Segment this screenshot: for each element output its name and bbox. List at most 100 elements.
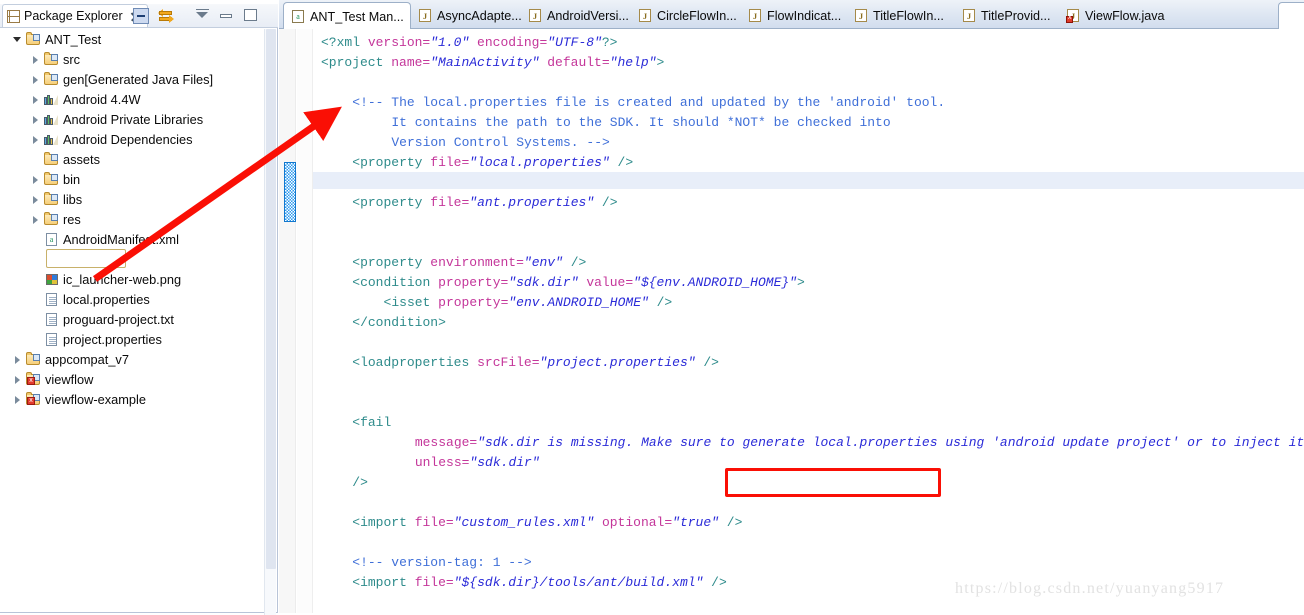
tree-twisty-placeholder: [30, 254, 41, 265]
editor-tab-viewflow-java[interactable]: J ViewFlow.java: [1059, 2, 1167, 29]
tree-twisty-icon[interactable]: [30, 194, 41, 205]
tree-item-res[interactable]: res: [0, 209, 265, 229]
tree-item-proguard-project-txt[interactable]: proguard-project.txt: [0, 309, 265, 329]
editor-tab-ant-test-man[interactable]: a ANT_Test Man...: [283, 2, 411, 30]
code-token-val: "${env.ANDROID_HOME}": [633, 275, 797, 290]
java-project-icon: [25, 31, 41, 47]
code-token-punc: />: [703, 575, 727, 590]
maximize-icon[interactable]: [244, 9, 257, 21]
explorer-vertical-scrollbar[interactable]: [264, 29, 276, 615]
tree-twisty-icon[interactable]: [12, 34, 23, 45]
tree-twisty-icon[interactable]: [12, 354, 23, 365]
tree-item-ic-launcher-web-png[interactable]: ic_launcher-web.png: [0, 269, 265, 289]
tree-twisty-icon[interactable]: [30, 54, 41, 65]
java-file-icon: J: [963, 8, 976, 23]
code-line: It contains the path to the SDK. It shou…: [391, 113, 890, 133]
annotation-ruler[interactable]: [279, 29, 296, 613]
source-package-icon: [43, 71, 59, 87]
editor-tab-titleprovid[interactable]: J TitleProvid...: [955, 2, 1059, 29]
tree-twisty-icon[interactable]: [30, 94, 41, 105]
watermark-text: https://blog.csdn.net/yuanyang5917: [955, 580, 1225, 597]
editor-tab-titleflowin[interactable]: J TitleFlowIn...: [847, 2, 955, 29]
tree-item-viewflow[interactable]: x viewflow: [0, 369, 265, 389]
code-token-cmt: <!-- The local.properties file is create…: [352, 95, 946, 110]
code-token-punc: />: [695, 355, 719, 370]
project-tree[interactable]: ANT_Test src gen [Generated Java Files] And…: [0, 29, 265, 585]
tree-item-src[interactable]: src: [0, 49, 265, 69]
tree-twisty-icon[interactable]: [12, 394, 23, 405]
text-file-icon: [43, 312, 59, 327]
code-editor[interactable]: <?xml version="1.0" encoding="UTF-8"?> <p…: [279, 29, 1304, 613]
package-explorer-icon: [7, 9, 20, 23]
tree-item-bin[interactable]: bin: [0, 169, 265, 189]
code-token-punc: ?>: [601, 35, 618, 50]
tree-item-label: viewflow: [45, 371, 94, 387]
tree-twisty-icon[interactable]: [30, 134, 41, 145]
tree-twisty-icon[interactable]: [30, 174, 41, 185]
folding-ruler[interactable]: [297, 29, 313, 613]
tree-twisty-placeholder: [30, 274, 41, 285]
folder-icon: [43, 151, 59, 167]
tree-twisty-icon[interactable]: [30, 74, 41, 85]
code-token-punc: <project: [321, 55, 392, 70]
tree-twisty-icon[interactable]: [30, 214, 41, 225]
editor-tab-label: AndroidVersi...: [547, 8, 629, 23]
tree-item-label: ic_launcher-web.png: [63, 271, 182, 287]
code-token-cmt: Version Control Systems. -->: [391, 135, 610, 150]
tree-item-androidmanifest-xml[interactable]: a AndroidManifest.xml: [0, 229, 265, 249]
editor-tab-asyncadapte[interactable]: J AsyncAdapte...: [411, 2, 522, 29]
code-token-attr: version=: [367, 35, 431, 50]
tree-item-project-properties[interactable]: project.properties: [0, 329, 265, 349]
tree-twisty-icon[interactable]: [30, 114, 41, 125]
tree-item-android-private-libraries[interactable]: Android Private Libraries: [0, 109, 265, 129]
xml-file-icon: a: [43, 232, 59, 247]
tree-twisty-icon[interactable]: [12, 374, 23, 385]
code-token-val: "project.properties": [539, 355, 696, 370]
tree-item-label: res: [63, 211, 81, 227]
tree-item-local-properties[interactable]: local.properties: [0, 289, 265, 309]
editor-area: a ANT_Test Man... J AsyncAdapte... J AndroidV…: [279, 0, 1304, 613]
minimize-icon[interactable]: [220, 14, 232, 18]
code-token-punc: />: [352, 475, 368, 490]
code-line: Version Control Systems. -->: [391, 133, 609, 153]
java-project-icon: [25, 351, 41, 367]
tree-item-android-4-4w[interactable]: Android 4.4W: [0, 89, 265, 109]
explorer-scrollbar-thumb[interactable]: [266, 29, 276, 569]
link-with-editor-icon[interactable]: [158, 8, 174, 24]
folder-icon: [43, 191, 59, 207]
tree-item-libs[interactable]: libs: [0, 189, 265, 209]
code-line: <import file="${sdk.dir}/tools/ant/build…: [352, 573, 726, 593]
tree-item-gen[interactable]: gen [Generated Java Files]: [0, 69, 265, 89]
code-token-attr: unless=: [414, 455, 470, 470]
library-icon: [43, 92, 59, 107]
tree-item-build-xml[interactable]: abuild.xml: [0, 249, 265, 269]
code-line: <project name="MainActivity" default="he…: [321, 53, 664, 73]
tree-item-viewflow-example[interactable]: x viewflow-example: [0, 389, 265, 409]
tree-item-label: ANT_Test: [45, 31, 102, 47]
package-explorer-tab[interactable]: Package Explorer: [2, 4, 148, 27]
code-text[interactable]: <?xml version="1.0" encoding="UTF-8"?> <p…: [313, 29, 1304, 613]
code-token-val: "env": [523, 255, 563, 270]
collapse-all-icon[interactable]: [131, 6, 149, 24]
tree-item-ant-test[interactable]: ANT_Test: [0, 29, 265, 49]
code-line: <property environment="env" />: [352, 253, 586, 273]
code-token-punc: >: [796, 275, 805, 290]
eclipse-window: Package Explorer ANT_Testsrc gen [Generat…: [0, 0, 1304, 615]
tree-item-assets[interactable]: assets: [0, 149, 265, 169]
code-token-val: "MainActivity": [430, 55, 540, 70]
tree-item-android-dependencies[interactable]: Android Dependencies: [0, 129, 265, 149]
editor-tab-androidversi[interactable]: J AndroidVersi...: [521, 2, 631, 29]
highlight-annotation-box: [725, 468, 941, 497]
editor-tab-circleflowin[interactable]: J CircleFlowIn...: [631, 2, 741, 29]
code-line: <?xml version="1.0" encoding="UTF-8"?>: [321, 33, 617, 53]
tree-item-label: assets: [63, 151, 100, 167]
editor-tab-overflow[interactable]: [1278, 2, 1304, 30]
view-menu-icon[interactable]: [196, 12, 208, 18]
editor-tab-flowindicat[interactable]: J FlowIndicat...: [741, 2, 847, 29]
tree-item-appcompat-v7[interactable]: appcompat_v7: [0, 349, 265, 369]
code-token-punc: <condition: [352, 275, 439, 290]
code-token-attr: name=: [391, 55, 431, 70]
java-project-error-icon: x: [25, 391, 41, 407]
package-explorer-tabrow: Package Explorer: [0, 4, 278, 28]
code-token-punc: </condition>: [352, 315, 446, 330]
